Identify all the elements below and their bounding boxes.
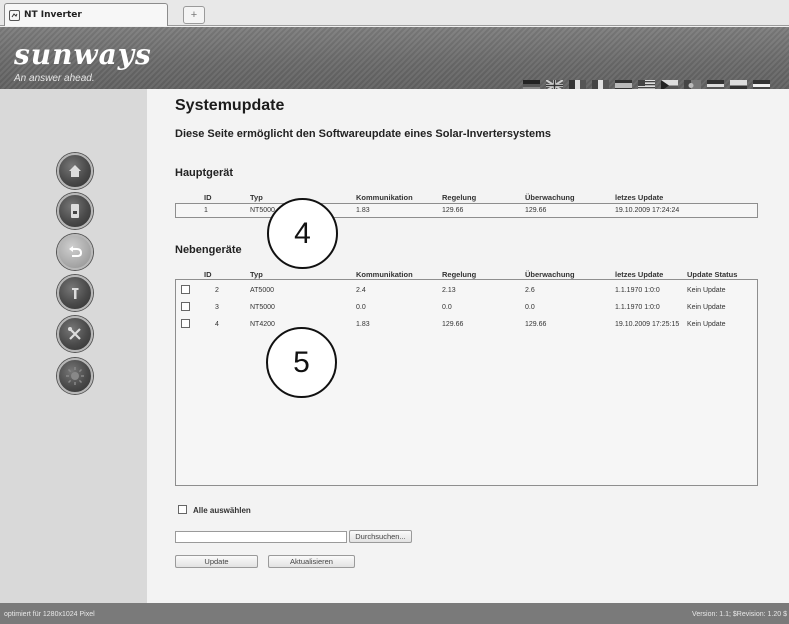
tools-button[interactable]: [57, 316, 93, 352]
browser-tab[interactable]: NT Inverter: [4, 3, 168, 26]
cell-ueberwachung: 129.66: [525, 321, 547, 328]
callout-marker: 4: [267, 198, 338, 269]
page-subtitle: Diese Seite ermöglicht den Softwareupdat…: [175, 128, 551, 140]
cell-id: 2: [215, 287, 219, 294]
column-header-letzes-update: letzes Update: [615, 270, 664, 279]
inverter-button[interactable]: [57, 193, 93, 229]
cell-kommunikation: 1.83: [356, 321, 370, 328]
cell-typ: AT5000: [250, 287, 274, 294]
cell-kommunikation: 2.4: [356, 287, 366, 294]
cell-update: 1.1.1970 1:0:0: [615, 287, 660, 294]
home-icon: [69, 165, 81, 177]
callout-marker: 5: [266, 327, 337, 398]
column-header-typ: Typ: [250, 193, 263, 202]
cell-status: Kein Update: [687, 287, 726, 294]
column-header-update-status: Update Status: [687, 270, 738, 279]
browser-tab-strip: NT Inverter +: [0, 0, 789, 26]
cell-id: 1: [204, 207, 208, 214]
page-title: Systemupdate: [175, 97, 285, 114]
update-icon: [69, 246, 83, 257]
sub-devices-title: Nebengeräte: [175, 244, 242, 256]
update-button[interactable]: Update: [175, 555, 258, 568]
file-path-input[interactable]: [175, 531, 347, 543]
select-all-label: Alle auswählen: [193, 506, 251, 515]
inverter-icon: [71, 204, 79, 218]
tagline: An answer ahead.: [14, 73, 95, 84]
page-icon: [9, 9, 20, 21]
cell-update: 19.10.2009 17:24:24: [615, 207, 680, 214]
cell-id: 4: [215, 321, 219, 328]
main-device-title: Hauptgerät: [175, 167, 234, 179]
info-button[interactable]: [57, 275, 93, 311]
column-header-regelung: Regelung: [442, 193, 477, 202]
row-checkbox[interactable]: [181, 319, 190, 328]
cell-update: 19.10.2009 17:25:15: [615, 321, 680, 328]
cell-id: 3: [215, 304, 219, 311]
logo: sunways: [14, 38, 152, 71]
column-header-regelung: Regelung: [442, 270, 477, 279]
header: sunways An answer ahead.: [0, 27, 789, 91]
cell-ueberwachung: 0.0: [525, 304, 535, 311]
main-content: Systemupdate Diese Seite ermöglicht den …: [147, 89, 789, 603]
version-text: Version: 1.1; $Revision: 1.20 $: [692, 611, 787, 618]
update-button[interactable]: [57, 234, 93, 270]
column-header-typ: Typ: [250, 270, 263, 279]
select-all-checkbox[interactable]: [178, 505, 187, 514]
cell-typ: NT4200: [250, 321, 275, 328]
cell-status: Kein Update: [687, 304, 726, 311]
column-header-kommunikation: Kommunikation: [356, 270, 413, 279]
cell-status: Kein Update: [687, 321, 726, 328]
left-navigation: [0, 89, 147, 603]
column-header-ueberwachung: Überwachung: [525, 193, 575, 202]
column-header-ueberwachung: Überwachung: [525, 270, 575, 279]
browse-button[interactable]: Durchsuchen...: [349, 530, 412, 543]
cell-kommunikation: 1.83: [356, 207, 370, 214]
cell-typ: NT5000: [250, 207, 275, 214]
sun-icon: [66, 367, 84, 385]
browser-tab-title: NT Inverter: [24, 10, 82, 20]
row-checkbox[interactable]: [181, 285, 190, 294]
column-header-id: ID: [204, 270, 212, 279]
home-button[interactable]: [57, 153, 93, 189]
column-header-kommunikation: Kommunikation: [356, 193, 413, 202]
cell-regelung: 2.13: [442, 287, 456, 294]
cell-regelung: 129.66: [442, 207, 464, 214]
status-bar: optimiert für 1280x1024 Pixel Version: 1…: [0, 603, 789, 624]
cell-typ: NT5000: [250, 304, 275, 311]
cell-regelung: 129.66: [442, 321, 464, 328]
column-header-id: ID: [204, 193, 212, 202]
tools-icon: [68, 327, 81, 340]
column-header-letzes-update: letzes Update: [615, 193, 664, 202]
cell-ueberwachung: 129.66: [525, 207, 547, 214]
cell-update: 1.1.1970 1:0:0: [615, 304, 660, 311]
new-tab-button[interactable]: +: [183, 6, 205, 24]
cell-kommunikation: 0.0: [356, 304, 366, 311]
cell-ueberwachung: 2.6: [525, 287, 535, 294]
sun-button[interactable]: [57, 358, 93, 394]
row-checkbox[interactable]: [181, 302, 190, 311]
cell-regelung: 0.0: [442, 304, 452, 311]
info-icon: [72, 288, 79, 299]
status-left-text: optimiert für 1280x1024 Pixel: [4, 611, 95, 618]
refresh-button[interactable]: Aktualisieren: [268, 555, 355, 568]
